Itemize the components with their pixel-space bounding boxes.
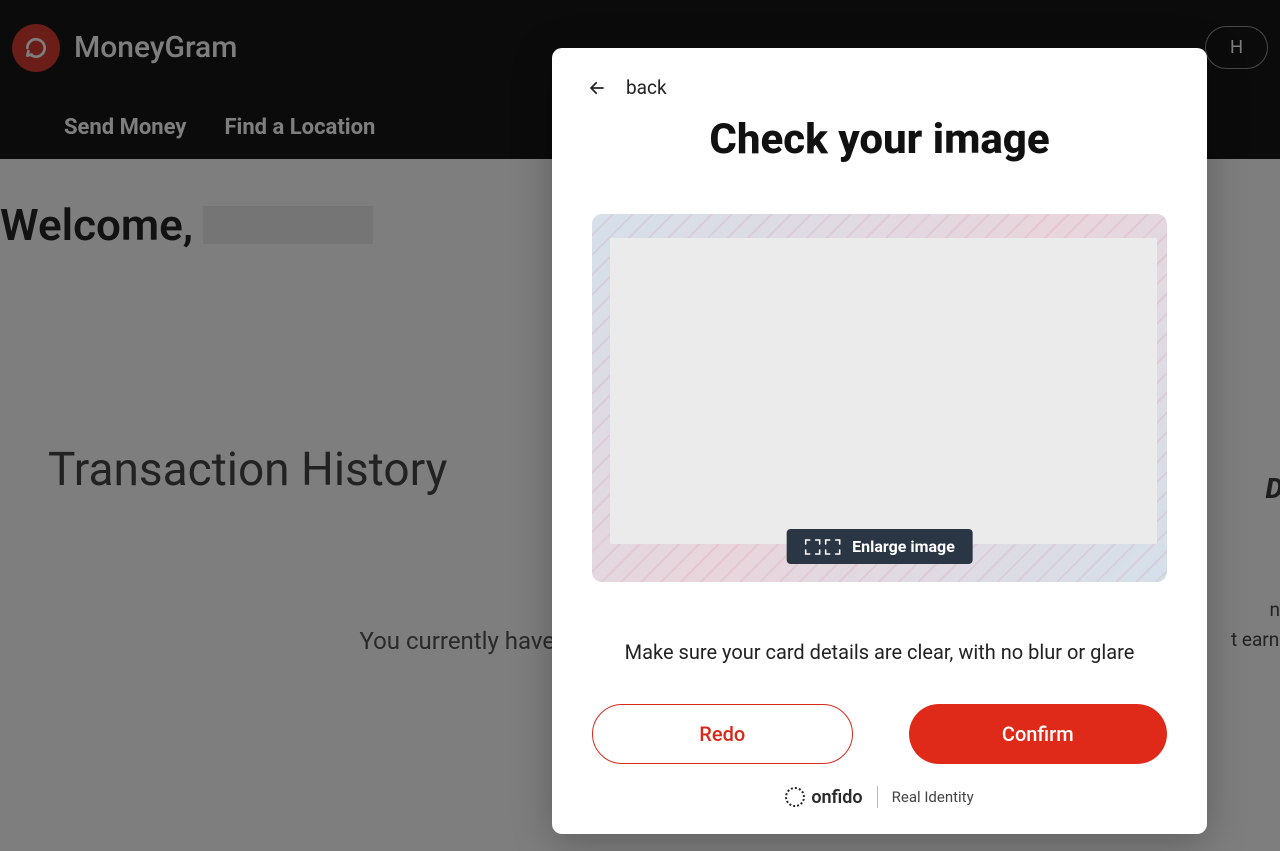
divider bbox=[877, 786, 878, 808]
real-identity-label: Real Identity bbox=[892, 788, 974, 806]
instruction-text: Make sure your card details are clear, w… bbox=[552, 640, 1207, 664]
arrow-left-icon bbox=[586, 79, 608, 97]
back-button[interactable]: back bbox=[552, 76, 1207, 99]
modal-button-row: Redo Confirm bbox=[552, 704, 1207, 764]
modal-footer: onfido Real Identity bbox=[552, 786, 1207, 808]
document-redacted-area bbox=[610, 238, 1157, 544]
check-image-modal: back Check your image Enlarge image Make… bbox=[552, 48, 1207, 834]
document-preview: Enlarge image bbox=[592, 214, 1167, 582]
confirm-button[interactable]: Confirm bbox=[909, 704, 1168, 764]
modal-title: Check your image bbox=[552, 115, 1207, 164]
onfido-logo: onfido bbox=[785, 787, 862, 808]
enlarge-label: Enlarge image bbox=[852, 537, 955, 556]
redo-button[interactable]: Redo bbox=[592, 704, 853, 764]
expand-icon bbox=[804, 539, 840, 555]
enlarge-image-button[interactable]: Enlarge image bbox=[786, 529, 973, 564]
back-label: back bbox=[626, 76, 667, 99]
